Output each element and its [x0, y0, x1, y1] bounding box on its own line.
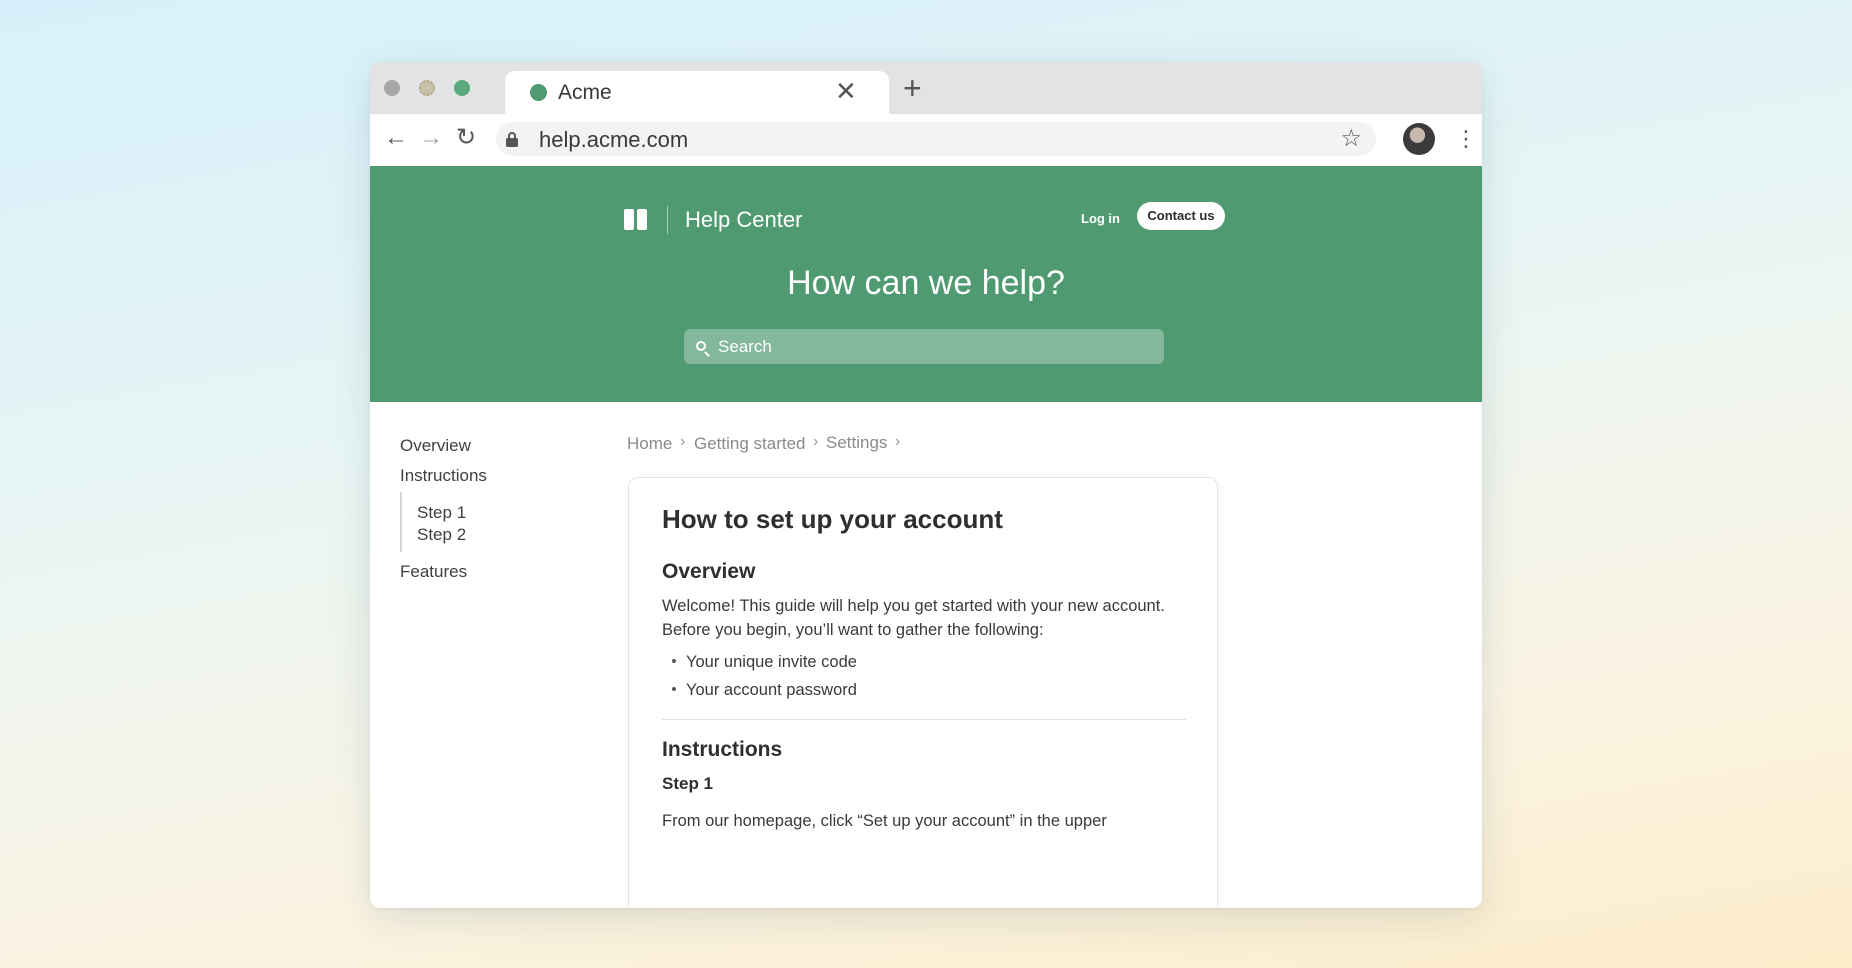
forward-arrow-icon[interactable]: →	[417, 124, 445, 152]
article-title: How to set up your account	[662, 504, 1003, 534]
contact-us-button[interactable]: Contact us	[1137, 202, 1225, 230]
url-text[interactable]: help.acme.com	[539, 127, 688, 153]
search-box[interactable]	[684, 329, 1164, 364]
bookmark-star-icon[interactable]: ☆	[1340, 124, 1362, 153]
address-bar[interactable]: help.acme.com ☆	[496, 122, 1376, 156]
step-1-heading: Step 1	[662, 774, 714, 793]
instructions-heading: Instructions	[662, 738, 783, 761]
breadcrumb-settings[interactable]: Settings	[826, 433, 887, 453]
bullet-icon	[672, 658, 676, 663]
back-arrow-icon[interactable]: ←	[382, 124, 410, 152]
minimize-window-button[interactable]	[419, 80, 435, 96]
browser-menu-icon[interactable]: ⋮	[1455, 125, 1477, 153]
tab-title: Acme	[558, 81, 612, 104]
close-tab-icon[interactable]: ✕	[835, 75, 857, 107]
sidebar-item-step-2[interactable]: Step 2	[417, 525, 466, 545]
lock-icon	[506, 132, 518, 147]
list-item: Your account password	[662, 681, 857, 700]
article-card: How to set up your account Overview Welc…	[628, 477, 1218, 908]
logo-divider	[667, 206, 668, 234]
close-window-button[interactable]	[384, 80, 400, 96]
sidebar-item-features[interactable]: Features	[400, 562, 467, 582]
help-center-header: Help Center Log in Contact us How can we…	[370, 166, 1482, 402]
search-icon	[696, 341, 706, 351]
browser-tab[interactable]: Acme ✕	[505, 71, 889, 114]
sidebar-item-step-1[interactable]: Step 1	[417, 503, 466, 523]
profile-avatar[interactable]	[1403, 123, 1435, 155]
reload-icon[interactable]: ↻	[452, 124, 480, 152]
overview-heading: Overview	[662, 560, 756, 583]
step-1-paragraph: From our homepage, click “Set up your ac…	[662, 812, 1107, 830]
search-input[interactable]	[718, 329, 1148, 364]
new-tab-icon[interactable]: +	[903, 72, 922, 104]
breadcrumb-separator: ›	[680, 433, 686, 450]
overview-paragraph: Welcome! This guide will help you get st…	[662, 597, 1165, 639]
hero-headline: How can we help?	[787, 264, 1065, 302]
breadcrumb-separator: ›	[895, 433, 901, 450]
sidebar-subnav-line	[400, 492, 402, 552]
maximize-window-button[interactable]	[454, 80, 470, 96]
breadcrumb-getting-started[interactable]: Getting started	[694, 434, 806, 454]
favicon-icon	[530, 84, 547, 101]
browser-toolbar: ← → ↻ help.acme.com ☆ ⋮	[370, 114, 1482, 166]
browser-window: Acme ✕ + ← → ↻ help.acme.com ☆ ⋮ Help Ce…	[370, 62, 1482, 908]
tab-bar: Acme ✕ +	[370, 62, 1482, 114]
book-logo-icon[interactable]	[624, 209, 648, 230]
login-link[interactable]: Log in	[1081, 211, 1120, 226]
breadcrumb-home[interactable]: Home	[627, 434, 672, 454]
sidebar-item-overview[interactable]: Overview	[400, 436, 471, 456]
bullet-icon	[672, 686, 676, 691]
help-center-title[interactable]: Help Center	[685, 207, 802, 233]
section-divider	[662, 719, 1186, 720]
sidebar-item-instructions[interactable]: Instructions	[400, 466, 487, 486]
list-item: Your unique invite code	[662, 653, 857, 672]
breadcrumb-separator: ›	[813, 433, 819, 450]
